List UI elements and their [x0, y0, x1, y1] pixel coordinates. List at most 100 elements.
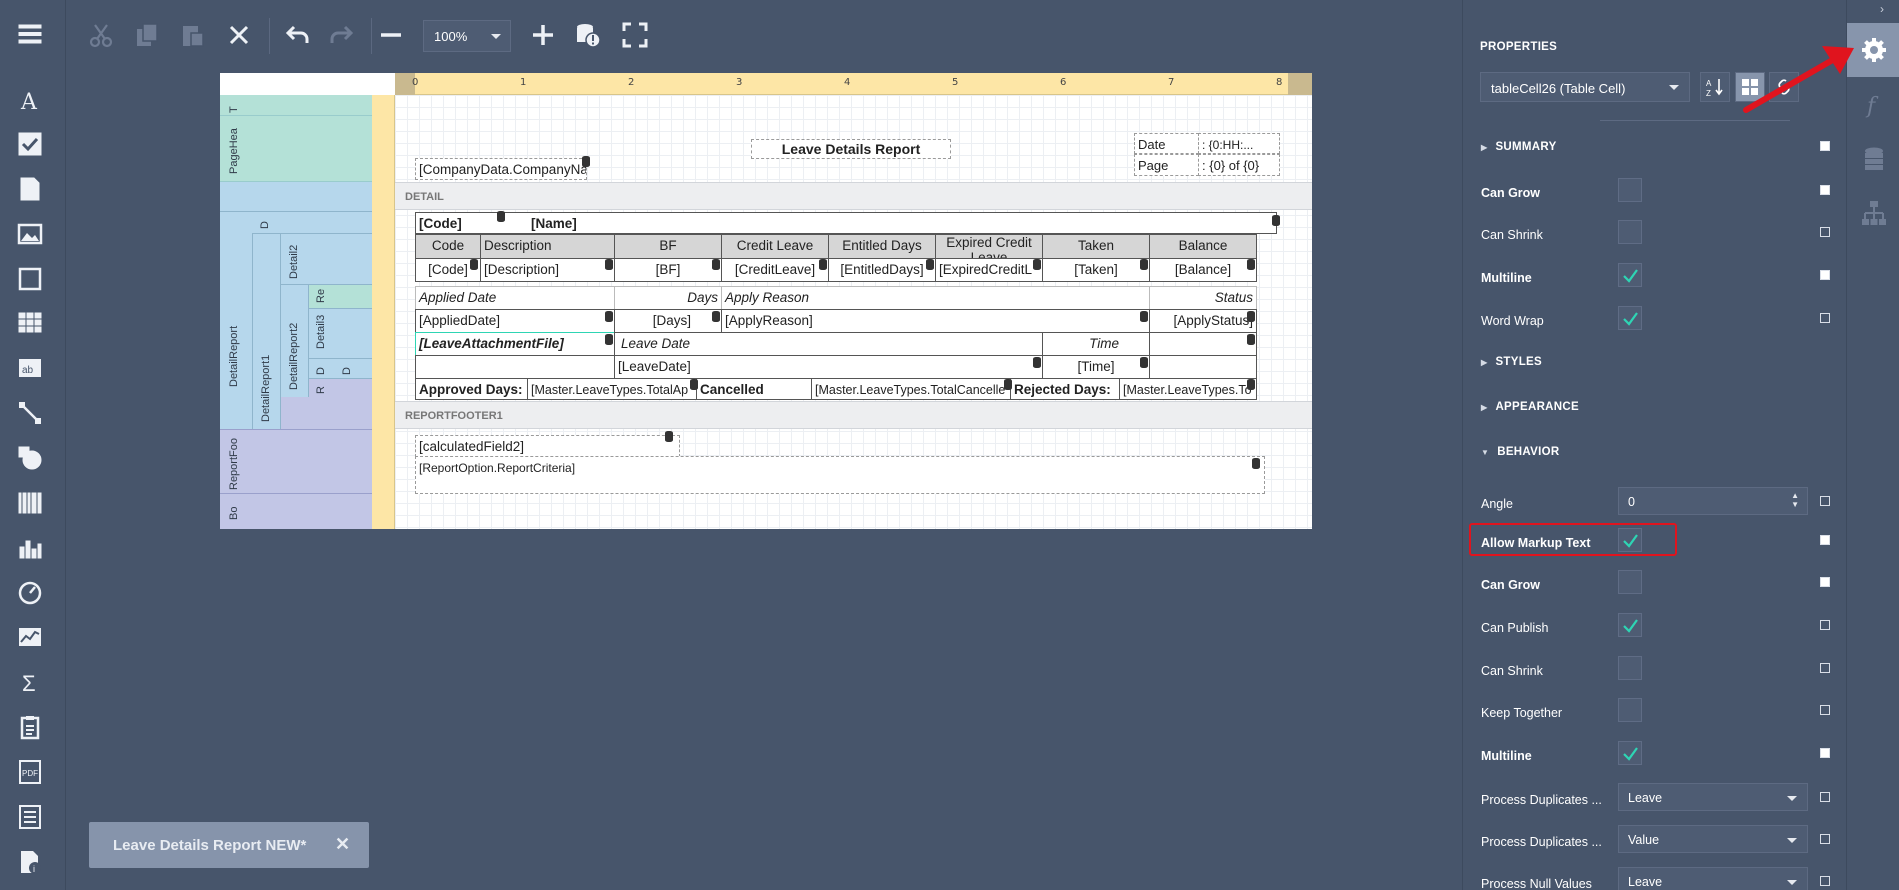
value-cell[interactable]: [Taken] [1042, 258, 1150, 282]
section-behavior[interactable]: ▼ BEHAVIOR [1481, 446, 1559, 458]
process-null-values-select[interactable]: Leave [1618, 867, 1808, 890]
reset-indicator[interactable] [1820, 313, 1830, 323]
header-cell[interactable]: Description [480, 234, 615, 259]
prop-checkbox[interactable] [1618, 741, 1642, 765]
section-summary[interactable]: ▶ SUMMARY [1481, 141, 1557, 153]
apply-reason-field[interactable]: [ApplyReason] [721, 309, 1150, 333]
approved-days-field[interactable]: [Master.LeaveTypes.TotalAp [527, 378, 697, 400]
angle-spinner[interactable]: 0 ▲ ▼ [1618, 487, 1808, 515]
value-cell[interactable]: [EntitledDays] [828, 258, 936, 282]
prop-checkbox[interactable] [1618, 263, 1642, 287]
prop-checkbox[interactable] [1618, 656, 1642, 680]
prop-checkbox[interactable] [1618, 220, 1642, 244]
prop-checkbox[interactable] [1618, 698, 1642, 722]
field-list-icon[interactable] [1847, 132, 1899, 186]
document-tab[interactable]: Leave Details Report NEW* ✕ [89, 822, 369, 868]
reset-indicator[interactable] [1820, 535, 1830, 545]
redo-icon[interactable] [325, 18, 359, 52]
band-re[interactable]: Re [308, 285, 372, 309]
collapse-panel-icon[interactable]: › [1880, 2, 1884, 16]
reset-indicator[interactable] [1820, 270, 1830, 280]
apply-reason-label[interactable]: Apply Reason [721, 286, 1150, 310]
validate-bindings-icon[interactable] [571, 18, 605, 52]
label-tool-icon[interactable]: A [14, 84, 46, 116]
cut-icon[interactable] [84, 18, 118, 52]
band-d[interactable]: D [252, 212, 372, 234]
header-cell[interactable]: Entitled Days [828, 234, 936, 259]
date-value[interactable]: : {0:HH:... [1198, 133, 1280, 154]
zoom-in-icon[interactable] [526, 18, 560, 52]
sparkline-tool-icon[interactable] [14, 621, 46, 653]
company-name-field[interactable]: [CompanyData.CompanyName] [415, 158, 587, 180]
report-design-surface[interactable]: T PageHea DetailReport DetailReport1 D D… [220, 73, 1312, 529]
undo-icon[interactable] [280, 18, 314, 52]
process-duplicates-target-select[interactable]: Value [1618, 825, 1808, 853]
report-page[interactable]: Leave Details Report [CompanyData.Compan… [395, 95, 1312, 529]
band-footer-group[interactable] [280, 397, 372, 429]
band-detail2[interactable]: Detail2 [280, 234, 372, 285]
section-appearance[interactable]: ▶ APPEARANCE [1481, 401, 1579, 413]
empty-cell[interactable] [1149, 355, 1257, 379]
header-cell[interactable]: Credit Leave [721, 234, 829, 259]
time-field[interactable]: [Time] [1042, 355, 1150, 379]
band-detail3[interactable]: Detail3 [308, 309, 372, 359]
header-cell[interactable]: Taken [1042, 234, 1150, 259]
reset-indicator[interactable] [1820, 792, 1830, 802]
sort-alphabetical-button[interactable]: AZ [1700, 72, 1730, 102]
page-value[interactable]: : {0} of {0} [1198, 154, 1280, 176]
shape-tool-icon[interactable] [14, 442, 46, 474]
fullscreen-icon[interactable] [618, 18, 652, 52]
menu-icon[interactable] [14, 18, 46, 50]
character-comb-tool-icon[interactable]: ab [14, 352, 46, 384]
barcode-tool-icon[interactable] [14, 487, 46, 519]
band-page-header[interactable]: PageHea [220, 116, 372, 182]
picture-tool-icon[interactable] [14, 218, 46, 250]
band-report-footer[interactable]: ReportFoo [220, 429, 372, 493]
header-cell[interactable]: Balance [1149, 234, 1257, 259]
pdf-content-tool-icon[interactable]: PDF [14, 756, 46, 788]
table-tool-icon[interactable] [14, 307, 46, 339]
spin-arrows-icon[interactable]: ▲ ▼ [1791, 491, 1799, 509]
prop-checkbox[interactable] [1618, 178, 1642, 202]
reset-indicator[interactable] [1820, 227, 1830, 237]
header-cell[interactable]: BF [614, 234, 722, 259]
empty-cell[interactable] [1149, 332, 1257, 356]
header-cell[interactable]: Code [415, 234, 481, 259]
value-cell[interactable]: [ExpiredCreditL [935, 258, 1043, 282]
reset-indicator[interactable] [1820, 876, 1830, 886]
report-explorer-icon[interactable] [1847, 186, 1899, 240]
days-label[interactable]: Days [614, 286, 722, 310]
reset-indicator[interactable] [1820, 620, 1830, 630]
panel-tool-icon[interactable] [14, 263, 46, 295]
section-styles[interactable]: ▶ STYLES [1481, 356, 1542, 368]
status-label[interactable]: Status [1149, 286, 1257, 310]
cancelled-label[interactable]: Cancelled [696, 378, 812, 400]
leave-date-label[interactable]: Leave Date [614, 332, 1043, 356]
prop-checkbox[interactable] [1618, 306, 1642, 330]
prop-checkbox[interactable] [1618, 570, 1642, 594]
reset-indicator[interactable] [1820, 705, 1830, 715]
reset-indicator[interactable] [1820, 663, 1830, 673]
time-label[interactable]: Time [1042, 332, 1150, 356]
band-detail[interactable] [220, 182, 372, 212]
rejected-days-label[interactable]: Rejected Days: [1010, 378, 1120, 400]
reset-indicator[interactable] [1820, 577, 1830, 587]
table-of-contents-tool-icon[interactable] [14, 801, 46, 833]
band-r[interactable]: R [308, 379, 372, 397]
paste-icon[interactable] [176, 18, 210, 52]
zoom-out-icon[interactable] [374, 18, 408, 52]
band-d2[interactable]: DD [308, 359, 372, 379]
empty-cell[interactable] [415, 355, 615, 379]
reset-indicator[interactable] [1820, 748, 1830, 758]
code-name-row[interactable]: [Code] [Name] [415, 212, 1277, 234]
delete-icon[interactable] [222, 18, 256, 52]
value-cell[interactable]: [BF] [614, 258, 722, 282]
band-bottom-margin[interactable]: Bo [220, 493, 372, 529]
date-label[interactable]: Date [1134, 133, 1199, 154]
copy-icon[interactable] [130, 18, 164, 52]
subreport-tool-icon[interactable] [14, 711, 46, 743]
reset-indicator[interactable] [1820, 185, 1830, 195]
rich-text-tool-icon[interactable] [14, 173, 46, 205]
object-selector[interactable]: tableCell26 (Table Cell) [1480, 72, 1690, 102]
approved-days-label[interactable]: Approved Days: [415, 378, 528, 400]
